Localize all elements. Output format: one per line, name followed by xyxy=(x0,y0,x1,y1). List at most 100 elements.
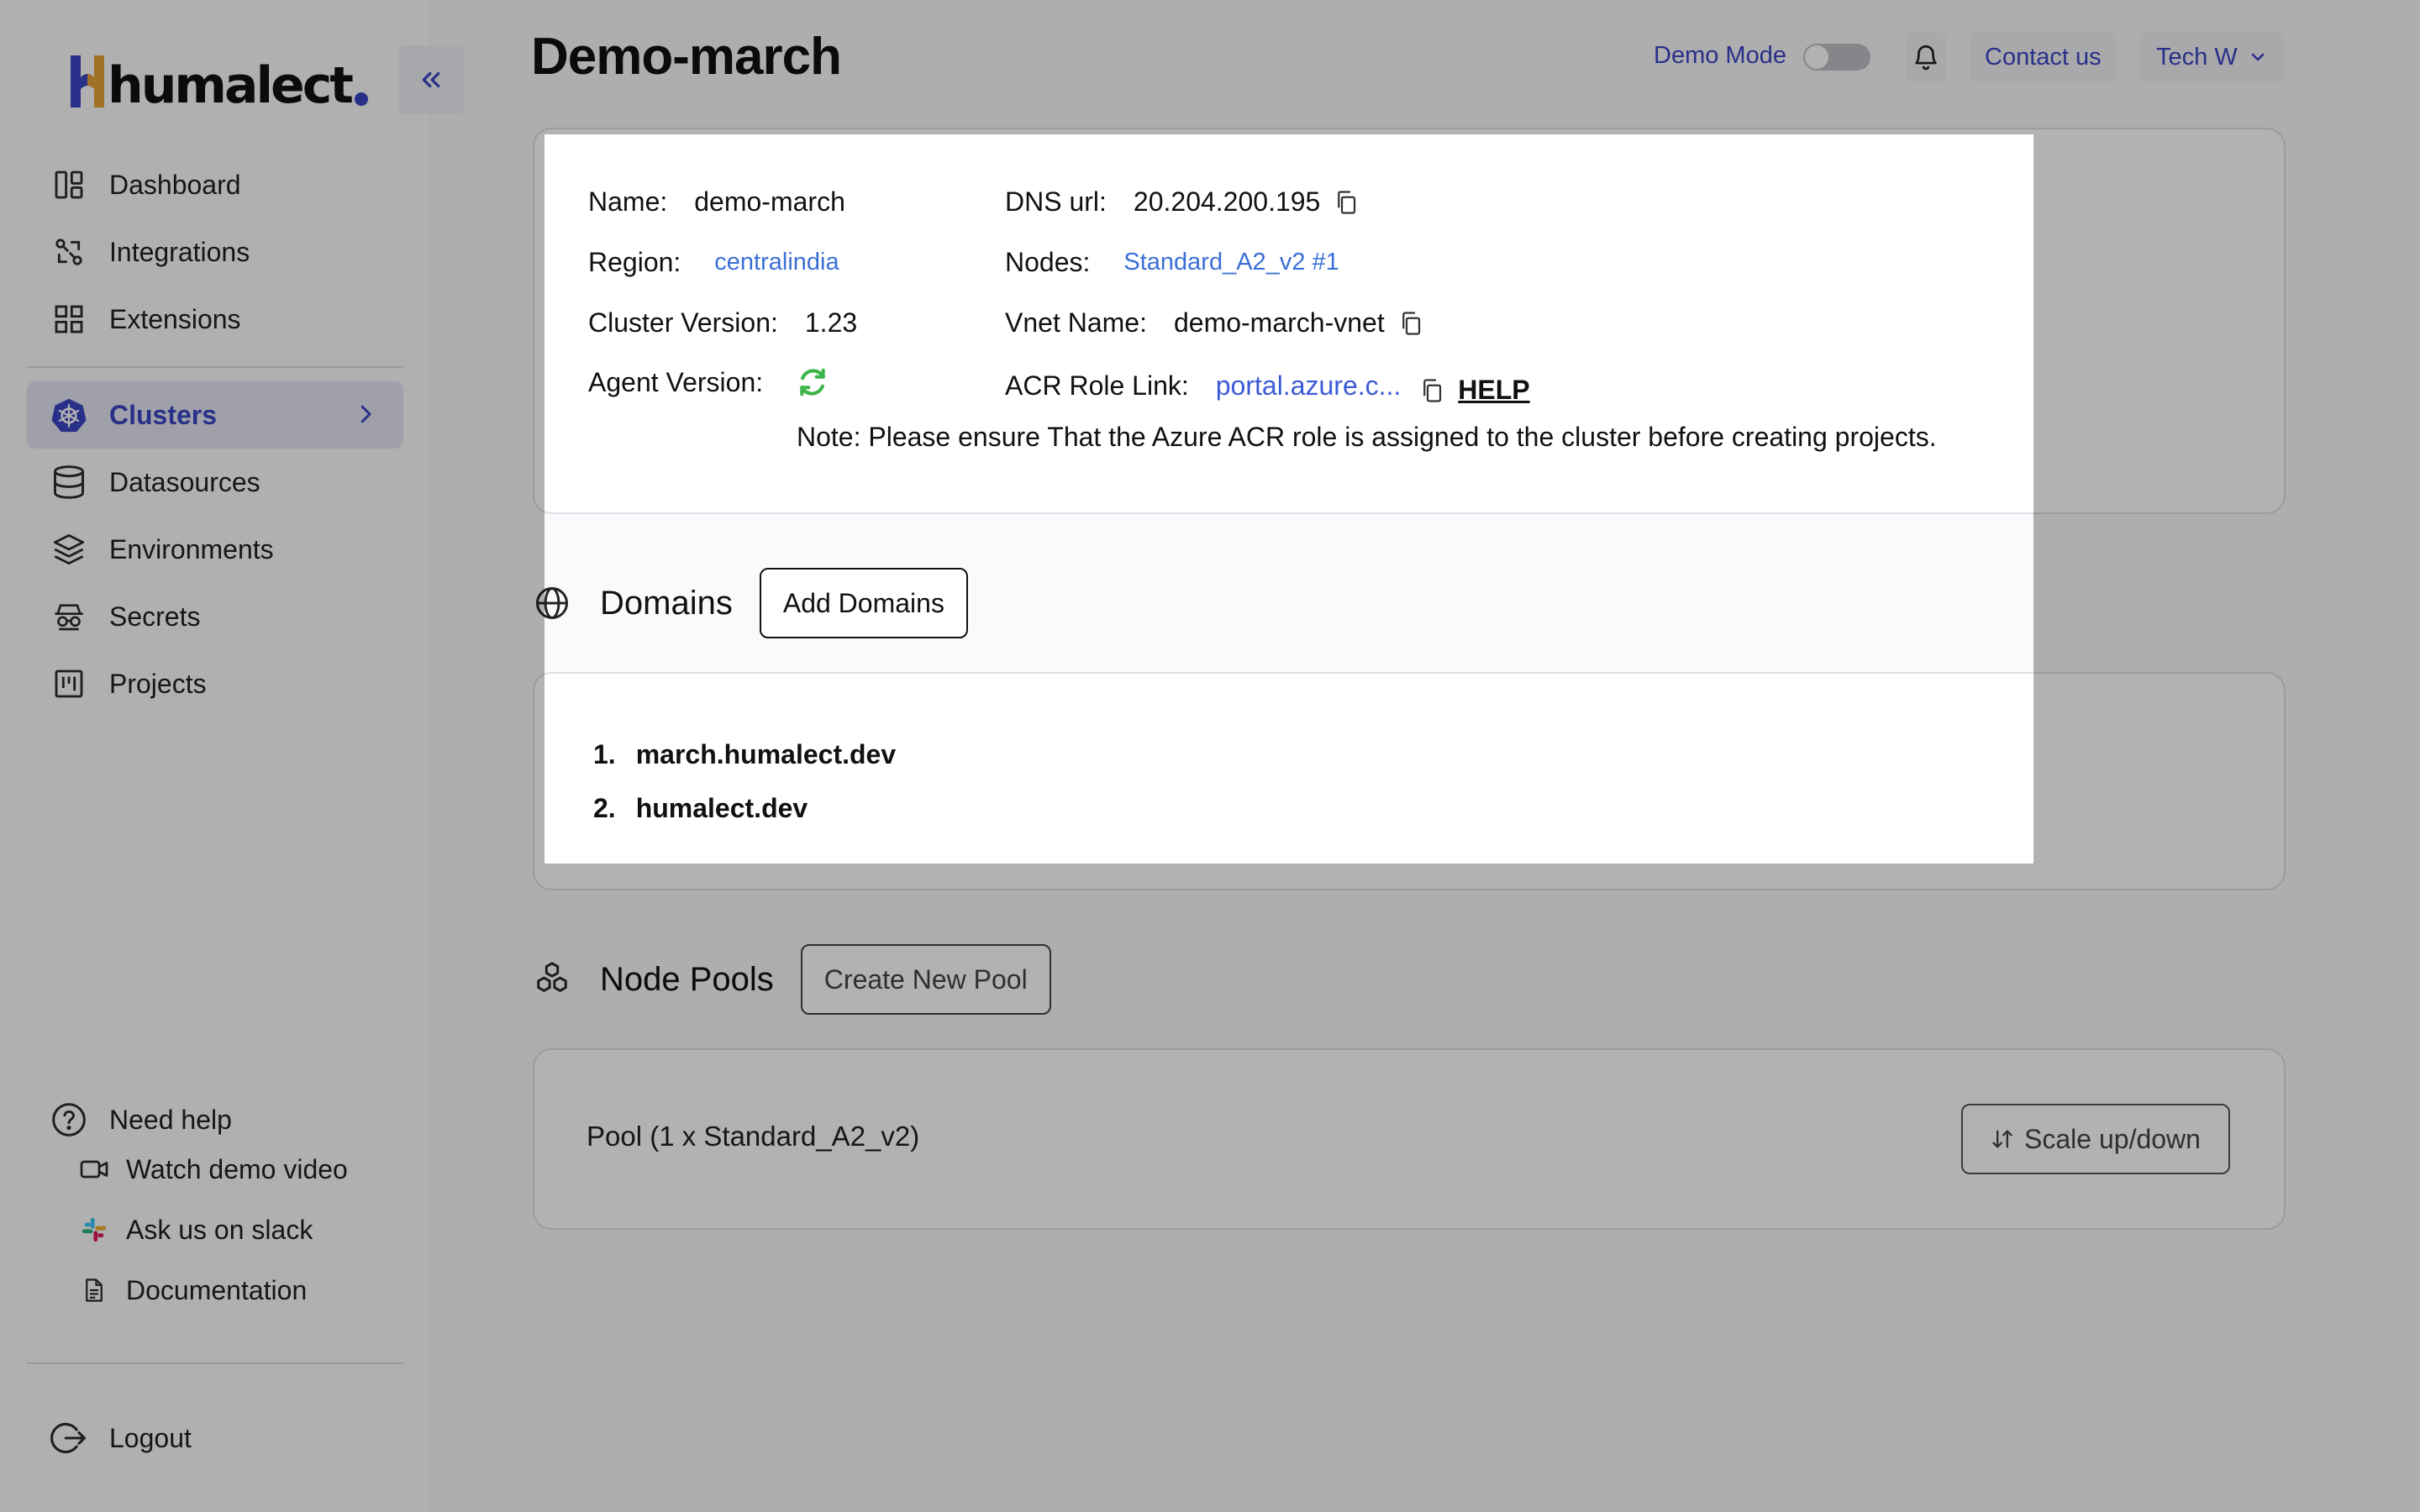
bell-icon xyxy=(1915,45,1937,71)
contact-us-button[interactable]: Contact us xyxy=(1970,32,2117,82)
acr-note-text: Note: Please ensure That the Azure ACR r… xyxy=(797,422,1937,452)
user-name: Tech W xyxy=(2156,43,2238,71)
scale-up-down-label: Scale up/down xyxy=(2024,1123,2201,1154)
nodes-row: Nodes: Standard_A2_v2 #1 xyxy=(1005,247,1339,278)
pool-name: Pool (1 x Standard_A2_v2) xyxy=(587,1121,920,1152)
cluster-region-label: Region: xyxy=(588,247,681,277)
cluster-name-value: demo-march xyxy=(694,186,845,217)
cluster-version-row: Cluster Version: 1.23 xyxy=(588,307,857,339)
domains-title: Domains xyxy=(600,584,733,622)
agent-version-row: Agent Version: xyxy=(588,366,829,398)
sidebar-item-label: Environments xyxy=(109,533,274,564)
add-domains-button[interactable]: Add Domains xyxy=(759,568,968,638)
notifications-button[interactable] xyxy=(1906,32,1946,82)
sidebar-item-label: Projects xyxy=(109,668,207,699)
chevron-right-icon xyxy=(360,405,371,423)
sidebar: humalect Dashboard Integrations Extensio… xyxy=(0,0,464,1512)
sidebar-item-label: Extensions xyxy=(109,303,241,334)
documentation-link[interactable]: Documentation xyxy=(77,1273,307,1307)
copy-icon[interactable] xyxy=(1398,311,1423,336)
sidebar-item-label: Dashboard xyxy=(109,169,241,200)
kubernetes-icon xyxy=(50,396,87,433)
humalect-logo[interactable]: humalect xyxy=(66,52,368,111)
sidebar-item-secrets[interactable]: Secrets xyxy=(27,583,403,650)
sidebar-divider-bottom xyxy=(27,1362,403,1364)
domain-name: march.humalect.dev xyxy=(635,739,897,769)
sidebar-item-label: Secrets xyxy=(109,601,201,632)
chevron-down-icon xyxy=(2251,53,2264,61)
logo-text: humalect xyxy=(108,56,354,115)
hexagons-icon xyxy=(533,960,571,999)
domain-number: 2. xyxy=(593,793,616,823)
extensions-icon xyxy=(50,301,87,338)
database-icon xyxy=(50,464,87,501)
documentation-label: Documentation xyxy=(126,1274,308,1305)
dns-url-label: DNS url: xyxy=(1005,186,1107,217)
domains-header: Domains Add Domains xyxy=(533,568,968,638)
sidebar-item-environments[interactable]: Environments xyxy=(27,516,403,583)
cluster-name-row: Name: demo-march xyxy=(588,186,845,218)
cluster-name-label: Name: xyxy=(588,186,668,217)
agent-version-label: Agent Version: xyxy=(588,366,764,397)
document-icon xyxy=(77,1273,111,1307)
logout-button[interactable]: Logout xyxy=(27,1404,403,1472)
scale-up-down-button[interactable]: Scale up/down xyxy=(1961,1104,2230,1174)
humalect-logo-mark-icon xyxy=(71,55,104,108)
sidebar-item-datasources[interactable]: Datasources xyxy=(27,449,403,516)
dns-url-value: 20.204.200.195 xyxy=(1133,186,1321,217)
sidebar-item-projects[interactable]: Projects xyxy=(27,650,403,717)
node-pools-header: Node Pools Create New Pool xyxy=(533,944,1051,1015)
acr-role-link-row: ACR Role Link: portal.azure.c... HELP xyxy=(1005,366,1530,406)
need-help-label: Need help xyxy=(109,1104,232,1135)
collapse-sidebar-button[interactable] xyxy=(398,45,464,114)
sidebar-item-label: Clusters xyxy=(109,399,218,430)
logo-dot xyxy=(354,92,368,106)
double-chevron-left-icon xyxy=(422,71,440,88)
create-new-pool-label: Create New Pool xyxy=(823,963,1028,995)
sidebar-item-label: Integrations xyxy=(109,236,250,267)
toggle-knob xyxy=(1805,45,1828,69)
domain-list-item: 2. humalect.dev xyxy=(593,793,808,824)
help-link[interactable]: HELP xyxy=(1458,375,1529,406)
domain-name: humalect.dev xyxy=(635,793,808,823)
secrets-icon xyxy=(50,598,87,635)
sidebar-item-clusters[interactable]: Clusters xyxy=(27,381,403,449)
page-title: Demo-march xyxy=(531,28,842,86)
refresh-icon[interactable] xyxy=(797,366,829,398)
dns-url-row: DNS url: 20.204.200.195 xyxy=(1005,186,1359,218)
question-circle-icon xyxy=(50,1101,87,1138)
acr-note: Note: Please ensure That the Azure ACR r… xyxy=(797,422,1937,453)
demo-mode-toggle[interactable] xyxy=(1803,44,1870,71)
cluster-region-value[interactable]: centralindia xyxy=(714,249,839,276)
sidebar-item-integrations[interactable]: Integrations xyxy=(27,218,403,286)
sidebar-item-dashboard[interactable]: Dashboard xyxy=(27,151,403,218)
cluster-version-label: Cluster Version: xyxy=(588,307,778,338)
ask-us-on-slack-link[interactable]: Ask us on slack xyxy=(77,1213,313,1247)
user-menu[interactable]: Tech W xyxy=(2139,32,2285,82)
logout-icon xyxy=(50,1420,87,1457)
logout-label: Logout xyxy=(109,1422,192,1453)
domain-number: 1. xyxy=(593,739,616,769)
sidebar-divider xyxy=(27,366,403,368)
slack-icon xyxy=(77,1213,111,1247)
sort-arrows-icon xyxy=(1992,1130,2012,1148)
acr-role-link[interactable]: portal.azure.c... xyxy=(1216,370,1402,402)
video-icon xyxy=(77,1152,111,1186)
nodes-value[interactable]: Standard_A2_v2 #1 xyxy=(1123,249,1339,276)
integrations-icon xyxy=(50,234,87,270)
projects-icon xyxy=(50,665,87,702)
copy-icon[interactable] xyxy=(1419,378,1444,403)
vnet-name-value: demo-march-vnet xyxy=(1173,307,1385,338)
create-new-pool-button[interactable]: Create New Pool xyxy=(800,944,1051,1015)
vnet-name-row: Vnet Name: demo-march-vnet xyxy=(1005,307,1423,339)
nodes-label: Nodes: xyxy=(1005,247,1091,277)
watch-demo-video-link[interactable]: Watch demo video xyxy=(77,1152,348,1186)
domains-card xyxy=(533,672,2286,890)
copy-icon[interactable] xyxy=(1334,190,1359,215)
vnet-name-label: Vnet Name: xyxy=(1005,307,1147,338)
sidebar-item-extensions[interactable]: Extensions xyxy=(27,286,403,353)
cluster-version-value: 1.23 xyxy=(804,307,858,338)
sidebar-item-label: Datasources xyxy=(109,466,260,497)
need-help-item[interactable]: Need help xyxy=(27,1087,403,1152)
node-pools-title: Node Pools xyxy=(600,960,774,998)
